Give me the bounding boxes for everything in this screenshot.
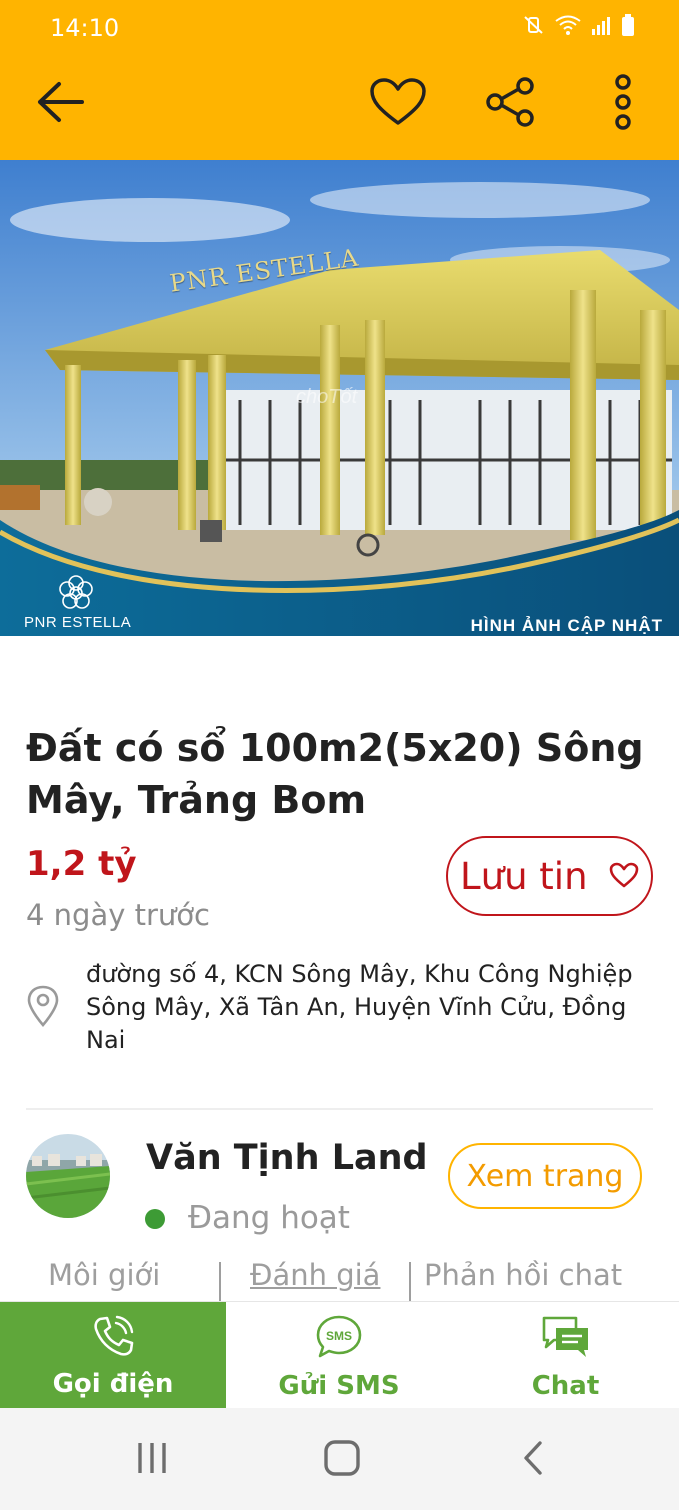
stat-chat-response: Phản hồi chat xyxy=(424,1258,623,1292)
save-listing-label: Lưu tin xyxy=(460,854,588,898)
home-button[interactable] xyxy=(312,1438,372,1482)
sms-button[interactable]: SMS Gửi SMS xyxy=(226,1302,452,1409)
favorite-button[interactable] xyxy=(368,74,428,134)
status-time: 14:10 xyxy=(50,14,120,42)
listing-price: 1,2 tỷ xyxy=(26,844,137,884)
save-listing-button[interactable]: Lưu tin xyxy=(446,836,653,916)
photo-caption: HÌNH ẢNH CẬP NHẬT xyxy=(470,616,663,635)
seller-name[interactable]: Văn Tịnh Land xyxy=(146,1138,428,1178)
phone-icon xyxy=(91,1314,135,1363)
recent-apps-button[interactable] xyxy=(122,1438,182,1482)
back-arrow-icon xyxy=(35,80,85,129)
back-button[interactable] xyxy=(30,74,90,134)
svg-text:SMS: SMS xyxy=(326,1329,352,1343)
status-bar: 14:10 xyxy=(0,0,679,50)
view-profile-button[interactable]: Xem trang xyxy=(448,1143,642,1209)
stat-broker: Môi giới xyxy=(48,1258,161,1292)
heart-outline-icon xyxy=(369,77,427,132)
more-options-button[interactable] xyxy=(593,73,653,135)
system-back-button[interactable] xyxy=(503,1438,563,1482)
location-pin-icon xyxy=(26,985,60,1032)
heart-icon xyxy=(609,862,639,893)
seller-status: Đang hoạt xyxy=(188,1200,350,1236)
photo-watermark: choTốt xyxy=(296,386,358,408)
view-profile-label: Xem trang xyxy=(466,1158,624,1194)
share-button[interactable] xyxy=(480,74,540,134)
contact-action-bar: Gọi điện SMS Gửi SMS Chat xyxy=(0,1301,679,1409)
chat-bubble-icon xyxy=(540,1314,592,1365)
section-divider xyxy=(26,1108,653,1110)
sms-bubble-icon: SMS xyxy=(315,1314,363,1365)
call-button[interactable]: Gọi điện xyxy=(0,1302,226,1409)
home-icon xyxy=(323,1439,361,1482)
battery-icon xyxy=(621,14,635,36)
signal-icon xyxy=(591,15,611,35)
stat-rating-link[interactable]: Đánh giá xyxy=(250,1258,380,1292)
app-bar xyxy=(0,50,679,160)
wifi-icon xyxy=(555,15,581,35)
seller-stats: Môi giới Đánh giá Phản hồi chat xyxy=(0,1258,679,1302)
chat-label: Chat xyxy=(531,1371,600,1401)
listing-address: đường số 4, KCN Sông Mây, Khu Công Nghiệ… xyxy=(86,960,633,1054)
photo-logo-text: PNR ESTELLA xyxy=(24,614,132,631)
chat-button[interactable]: Chat xyxy=(452,1302,679,1409)
chevron-left-icon xyxy=(521,1440,545,1481)
listing-title: Đất có sổ 100m2(5x20) Sông Mây, Trảng Bo… xyxy=(26,726,644,822)
system-icons xyxy=(523,14,635,36)
sms-label: Gửi SMS xyxy=(278,1371,400,1401)
more-vert-icon xyxy=(613,73,633,135)
recent-apps-icon xyxy=(135,1440,169,1481)
listing-photo[interactable]: PNR ESTELLA choTốt PNR ESTELLA HÌNH ẢNH … xyxy=(0,160,679,636)
share-icon xyxy=(484,76,536,132)
online-status-dot xyxy=(145,1209,165,1229)
seller-avatar[interactable] xyxy=(26,1134,110,1218)
mute-vibrate-icon xyxy=(523,15,545,35)
stat-separator xyxy=(409,1262,411,1302)
call-label: Gọi điện xyxy=(52,1369,174,1399)
stat-separator xyxy=(219,1262,221,1302)
posted-time: 4 ngày trước xyxy=(26,898,210,932)
system-nav-bar xyxy=(0,1408,679,1510)
